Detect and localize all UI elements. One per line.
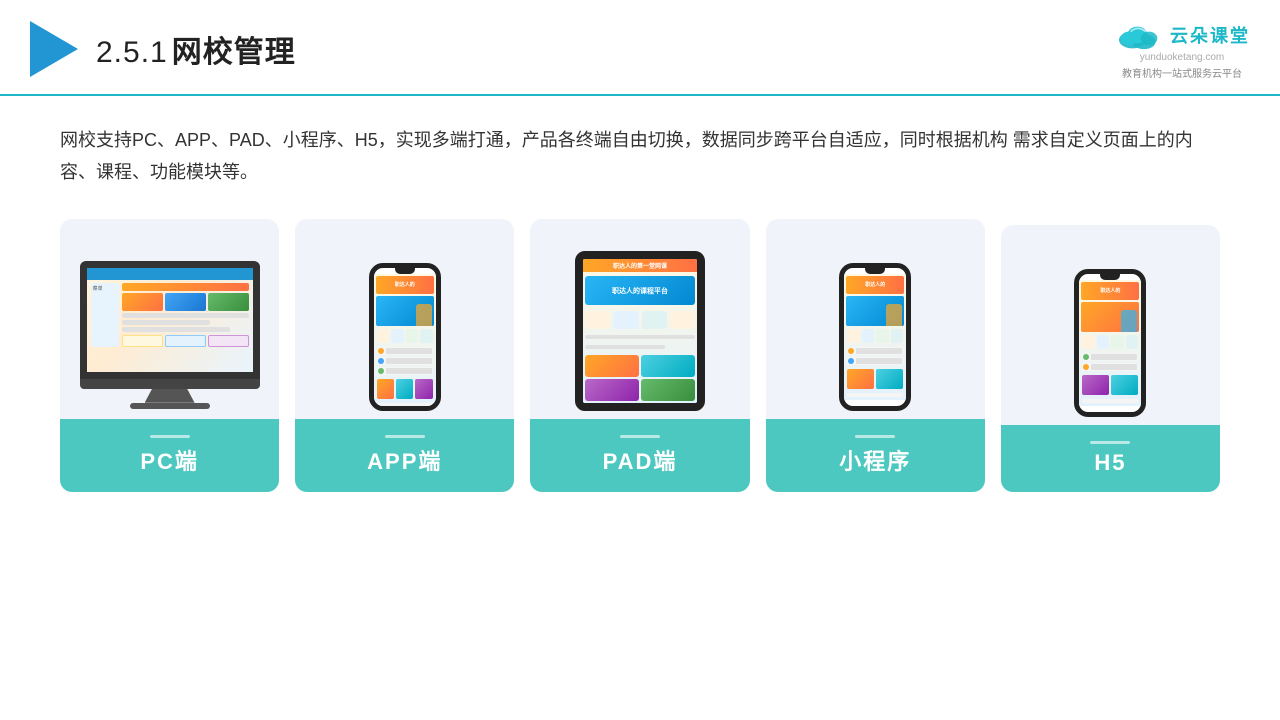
description-text: 网校支持PC、APP、PAD、小程序、H5，实现多端打通，产品各终端自由切换，数… <box>60 124 1220 189</box>
phone-screen-app: 职达人的 <box>374 274 436 410</box>
tablet-screen: 职达人的第一堂网课 职达人的课程平台 <box>583 259 697 403</box>
card-h5: 职达人的 <box>1001 225 1220 492</box>
brand-url: yunduoketang.com <box>1140 52 1225 63</box>
miniprogram-phone-frame: 职达人的 <box>839 263 911 411</box>
brand-logo: 云朵课堂 yunduoketang.com 教育机构一站式服务云平台 <box>1114 18 1250 80</box>
cloud-logo: 云朵课堂 <box>1114 18 1250 52</box>
card-pc: 菜单 <box>60 219 279 492</box>
tablet-frame: 职达人的第一堂网课 职达人的课程平台 <box>575 251 705 411</box>
card-pad: 职达人的第一堂网课 职达人的课程平台 <box>530 219 749 492</box>
card-miniprogram: 职达人的 <box>766 219 985 492</box>
monitor-stand <box>145 389 195 403</box>
monitor-screen: 菜单 <box>87 268 253 372</box>
h5-phone-frame: 职达人的 <box>1074 269 1146 417</box>
main-content: 网校支持PC、APP、PAD、小程序、H5，实现多端打通，产品各终端自由切换，数… <box>0 96 1280 512</box>
monitor-frame: 菜单 <box>80 261 260 379</box>
h5-phone-mockup: 职达人的 <box>1071 269 1149 417</box>
phone-frame-app: 职达人的 <box>369 263 441 411</box>
card-app-label: APP端 <box>295 419 514 492</box>
miniprogram-phone-mockup: 职达人的 <box>836 263 914 411</box>
card-pc-image: 菜单 <box>60 219 279 419</box>
card-miniprogram-image: 职达人的 <box>766 219 985 419</box>
platform-cards: 菜单 <box>60 219 1220 492</box>
card-h5-label: H5 <box>1001 425 1220 492</box>
miniprogram-phone-screen: 职达人的 <box>844 274 906 400</box>
cloud-icon <box>1114 18 1164 52</box>
card-h5-image: 职达人的 <box>1001 225 1220 425</box>
page-title: 2.5.1网校管理 <box>96 27 296 71</box>
card-pad-label: PAD端 <box>530 419 749 492</box>
h5-phone-screen: 职达人的 <box>1079 280 1141 406</box>
header: 2.5.1网校管理 云朵课堂 yunduoketang.com 教育机构一站式服… <box>0 0 1280 96</box>
header-left: 2.5.1网校管理 <box>30 21 296 77</box>
app-phone-mockup: 职达人的 <box>366 263 444 411</box>
card-miniprogram-label: 小程序 <box>766 419 985 492</box>
monitor-base <box>130 403 210 409</box>
tablet-mockup: 职达人的第一堂网课 职达人的课程平台 <box>575 251 705 411</box>
brand-tagline: 教育机构一站式服务云平台 <box>1122 65 1242 80</box>
brand-name-cn: 云朵课堂 <box>1170 22 1250 48</box>
card-app: 职达人的 <box>295 219 514 492</box>
logo-triangle-icon <box>30 21 78 77</box>
card-pc-label: PC端 <box>60 419 279 492</box>
pc-mockup: 菜单 <box>76 261 263 409</box>
card-pad-image: 职达人的第一堂网课 职达人的课程平台 <box>530 219 749 419</box>
card-app-image: 职达人的 <box>295 219 514 419</box>
monitor-chin <box>80 379 260 389</box>
